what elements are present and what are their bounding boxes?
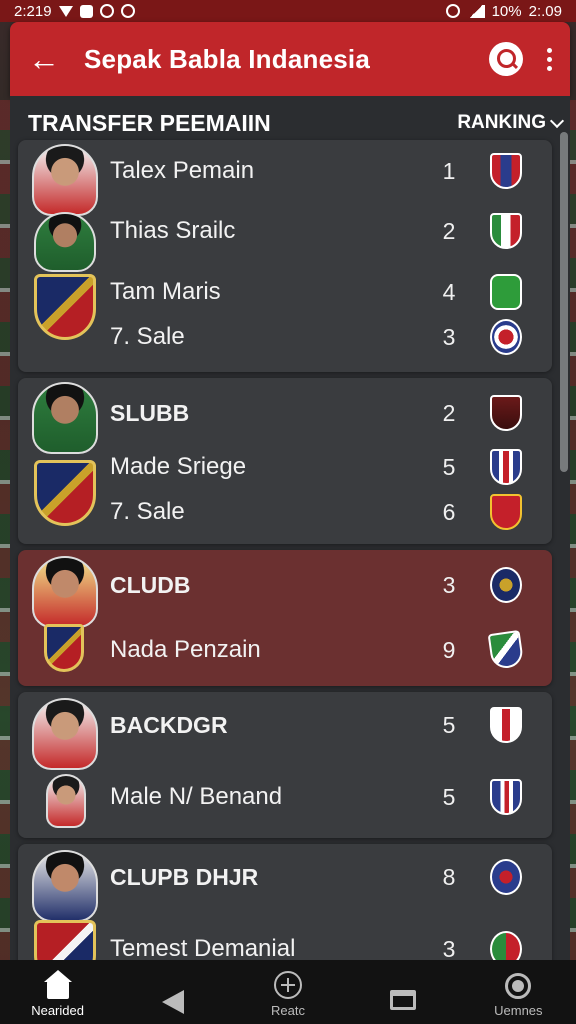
battery-percent: 10% [491, 2, 522, 20]
list-item[interactable]: 7. Sale 6 [18, 487, 552, 537]
club-name: SLUBB [110, 399, 190, 426]
player-name: 7. Sale [110, 498, 185, 525]
nav-window[interactable] [358, 990, 448, 1018]
page-title: Sepak Babla Indanesia [84, 43, 370, 74]
list-item[interactable]: Temest Demanial 3 [18, 924, 552, 960]
arrow-left-icon[interactable]: ← [28, 43, 60, 75]
signal-icon [466, 4, 485, 18]
player-name: Nada Penzain [110, 636, 261, 663]
rank-number: 9 [442, 636, 456, 663]
player-name: 7. Sale [110, 323, 185, 350]
club-badge-icon [490, 213, 522, 249]
scrollbar[interactable] [560, 132, 568, 472]
nav-profile-label: Uemnes [494, 1003, 543, 1018]
list-item[interactable]: Thias Srailc 2 [18, 206, 552, 256]
rank-number: 4 [442, 278, 456, 305]
sync-icon [120, 4, 135, 18]
window-icon [390, 990, 417, 1010]
list-item[interactable]: Talex Pemain 1 [18, 146, 552, 196]
club-badge-icon [490, 494, 522, 530]
list-item[interactable]: SLUBB 2 [18, 388, 552, 438]
list-item[interactable]: CLUPB DHJR 8 [18, 852, 552, 902]
alarm-icon [99, 4, 114, 18]
club-badge-icon [490, 707, 522, 743]
transfer-card[interactable]: SLUBB 2 Made Sriege 5 7. Sale 6 [18, 378, 552, 544]
player-name: Temest Demanial [110, 935, 296, 960]
status-time: 2:219 [14, 2, 52, 20]
status-bar: 2:219 10% 2:.09 [0, 0, 576, 22]
transfer-card[interactable]: CLUPB DHJR 8 Temest Demanial 3 [18, 844, 552, 960]
club-badge-icon [490, 567, 522, 603]
nav-home[interactable]: Nearided [13, 970, 103, 1018]
nav-add[interactable]: Reatc [243, 971, 333, 1018]
nav-profile[interactable]: Uemnes [473, 973, 563, 1018]
nav-home-label: Nearided [31, 1003, 84, 1018]
more-vertical-icon[interactable] [547, 47, 552, 71]
rank-number: 5 [442, 783, 456, 810]
club-badge-icon [490, 931, 522, 960]
transfer-list: TRANSFER PEEMAIIN RANKING Talex Pemain 1… [10, 96, 570, 960]
list-item[interactable]: Male N/ Benand 5 [18, 772, 552, 822]
list-item[interactable]: 7. Sale 3 [18, 312, 552, 362]
club-badge-icon [490, 153, 522, 189]
transfer-card[interactable]: Talex Pemain 1 Thias Srailc 2 Tam Maris … [18, 140, 552, 372]
app-notification-icon [79, 4, 93, 18]
club-name: BACKDGR [110, 711, 228, 738]
rank-number: 8 [442, 863, 456, 890]
status-clock: 2:.09 [528, 2, 562, 20]
notification-icon [58, 5, 73, 17]
list-item[interactable]: CLUDB 3 [18, 560, 552, 610]
rank-number: 2 [442, 217, 456, 244]
rank-number: 5 [442, 711, 456, 738]
player-name: Tam Maris [110, 278, 221, 305]
user-icon [505, 973, 532, 999]
club-badge-icon [487, 629, 525, 671]
club-badge-icon [490, 859, 522, 895]
chevron-down-icon [549, 113, 565, 129]
list-item[interactable]: BACKDGR 5 [18, 700, 552, 750]
add-circle-icon [273, 971, 302, 999]
home-icon [43, 970, 72, 999]
list-item[interactable]: Tam Maris 4 [18, 267, 552, 317]
rank-number: 3 [442, 571, 456, 598]
rank-number: 2 [442, 399, 456, 426]
list-item[interactable]: Made Sriege 5 [18, 442, 552, 492]
transfer-card-selected[interactable]: CLUDB 3 Nada Penzain 9 [18, 550, 552, 686]
nfc-icon [445, 4, 460, 18]
club-badge-icon [490, 779, 522, 815]
list-title: TRANSFER PEEMAIIN [28, 109, 271, 136]
player-name: Talex Pemain [110, 157, 255, 184]
club-badge-icon [490, 395, 522, 431]
club-badge-icon [490, 274, 522, 310]
transfer-card[interactable]: BACKDGR 5 Male N/ Benand 5 [18, 692, 552, 838]
club-badge-icon [490, 319, 522, 355]
app-bar: ← Sepak Babla Indanesia [10, 22, 570, 96]
nav-add-label: Reatc [270, 1003, 305, 1018]
club-badge-icon [490, 449, 522, 485]
rank-number: 1 [442, 157, 456, 184]
nav-back[interactable] [128, 990, 218, 1018]
ranking-sort-dropdown[interactable]: RANKING [457, 112, 565, 134]
list-item[interactable]: Nada Penzain 9 [18, 625, 552, 675]
player-name: Thias Srailc [110, 217, 236, 244]
rank-number: 5 [442, 453, 456, 480]
player-name: Made Sriege [110, 453, 247, 480]
club-name: CLUDB [110, 571, 191, 598]
search-icon[interactable] [489, 42, 523, 76]
sort-label: RANKING [457, 112, 546, 133]
rank-number: 6 [442, 498, 456, 525]
club-name: CLUPB DHJR [110, 863, 259, 890]
rank-number: 3 [442, 935, 456, 961]
player-name: Male N/ Benand [110, 783, 283, 810]
rank-number: 3 [442, 323, 456, 350]
bottom-navigation: Nearided Reatc Uemnes [0, 960, 576, 1024]
back-triangle-icon [161, 990, 184, 1014]
